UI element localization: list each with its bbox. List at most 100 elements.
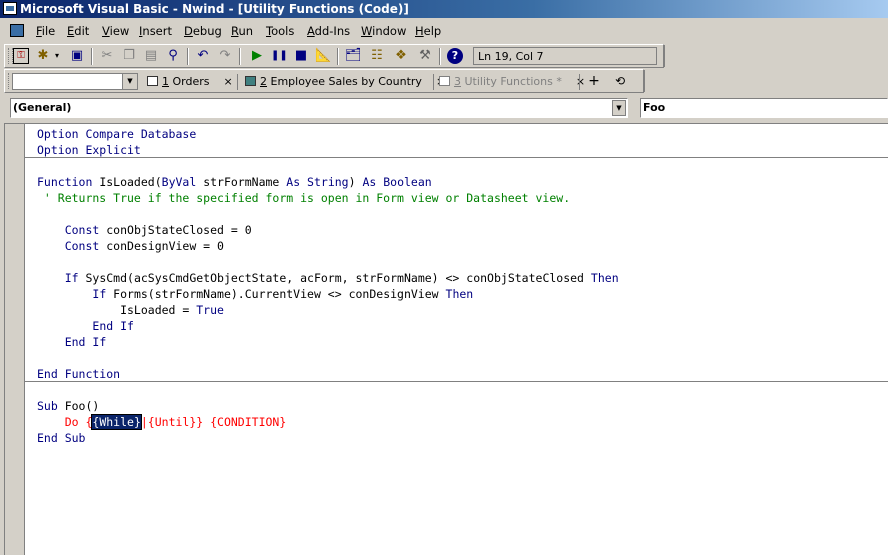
menu-add-ins[interactable]: Add-Ins xyxy=(307,24,350,38)
tab-employee-sales-by-country[interactable]: 2 Employee Sales by Country× xyxy=(245,74,445,90)
menu-tools[interactable]: Tools xyxy=(266,24,294,38)
add-tab-icon[interactable]: + xyxy=(585,73,603,90)
code-token: IsLoaded( xyxy=(92,175,162,189)
code-line[interactable] xyxy=(37,350,619,366)
code-token: Then xyxy=(445,287,474,301)
menu-insert[interactable]: Insert xyxy=(139,24,172,38)
code-token: If xyxy=(92,287,107,301)
code-token: ) xyxy=(348,175,363,189)
code-line[interactable]: ' Returns True if the specified form is … xyxy=(37,190,619,206)
tab-utility-functions[interactable]: 3 Utility Functions * × xyxy=(439,74,585,90)
reset-icon[interactable]: ■ xyxy=(293,48,309,64)
copy-icon[interactable]: ❐ xyxy=(121,48,137,64)
code-token: End If xyxy=(92,319,134,333)
code-token: True xyxy=(196,303,224,317)
project-explorer-icon[interactable]: 🗂 xyxy=(345,48,362,64)
undo-icon[interactable]: ↶ xyxy=(195,48,211,64)
code-line[interactable]: End If xyxy=(37,318,619,334)
procedure-combo[interactable]: Foo xyxy=(640,98,888,118)
menu-view[interactable]: View xyxy=(102,24,129,38)
properties-icon[interactable]: ☷ xyxy=(369,48,385,64)
code-line[interactable]: If SysCmd(acSysCmdGetObjectState, acForm… xyxy=(37,270,619,286)
object-combo[interactable]: (General) ▼ xyxy=(10,98,628,118)
tabbar-overflow-chevron[interactable] xyxy=(644,70,653,92)
menu-run[interactable]: Run xyxy=(231,24,253,38)
menu-debug[interactable]: Debug xyxy=(184,24,222,38)
menu-window[interactable]: Window xyxy=(361,24,406,38)
code-line[interactable]: Const conDesignView = 0 xyxy=(37,238,619,254)
cut-icon[interactable]: ✂ xyxy=(99,48,115,64)
code-line[interactable]: Option Compare Database xyxy=(37,126,619,142)
help-icon[interactable]: ? xyxy=(447,48,463,64)
procedure-bar: (General) ▼ Foo xyxy=(0,96,888,120)
code-line[interactable]: Function IsLoaded(ByVal strFormName As S… xyxy=(37,174,619,190)
standard-toolbar: ⚿ ✱ ▾ ▣ ✂ ❐ ▤ ⚲ ↶ ↷ ▶ ❚❚ ■ 📐 🗂 ☷ ❖ ⚒ ? L… xyxy=(4,44,673,68)
code-line[interactable] xyxy=(37,158,619,174)
margin-indicator-bar[interactable] xyxy=(5,124,25,555)
code-line[interactable]: End Function xyxy=(37,366,619,382)
code-token: Const xyxy=(64,239,100,253)
code-token: ' Returns True if the specified form is … xyxy=(37,191,571,205)
close-icon[interactable]: × xyxy=(576,75,585,88)
code-line[interactable]: IsLoaded = True xyxy=(37,302,619,318)
object-browser-icon[interactable]: ❖ xyxy=(393,48,409,64)
redo-icon[interactable]: ↷ xyxy=(217,48,233,64)
code-line[interactable]: Const conObjStateClosed = 0 xyxy=(37,222,619,238)
code-text[interactable]: Option Compare Database Option Explicit F… xyxy=(37,126,619,446)
code-token: SysCmd(acSysCmdGetObjectState, acForm, s… xyxy=(78,271,591,285)
close-icon[interactable]: × xyxy=(224,75,233,88)
code-line[interactable]: Sub Foo() xyxy=(37,398,619,414)
code-token: |{Until}} {CONDITION} xyxy=(140,415,287,429)
code-editor[interactable]: Option Compare Database Option Explicit F… xyxy=(4,123,888,555)
code-token: Function xyxy=(37,175,93,189)
menu-edit[interactable]: Edit xyxy=(67,24,89,38)
menu-bar: File Edit View Insert Debug Run Tools Ad… xyxy=(0,20,888,42)
window-title: Microsoft Visual Basic - Nwind - [Utilit… xyxy=(20,2,409,16)
save-icon[interactable]: ▣ xyxy=(69,48,85,64)
paste-icon[interactable]: ▤ xyxy=(143,48,159,64)
code-line[interactable] xyxy=(37,254,619,270)
tab-combo[interactable]: ▼ xyxy=(12,73,138,90)
toolbox-icon[interactable]: ⚒ xyxy=(417,48,433,64)
cursor-position: Ln 19, Col 7 xyxy=(473,47,657,65)
code-line[interactable] xyxy=(37,206,619,222)
code-line[interactable]: End If xyxy=(37,334,619,350)
toolbar-overflow-chevron[interactable] xyxy=(664,45,673,67)
code-token: If xyxy=(64,271,79,285)
code-token: Do { xyxy=(64,415,93,429)
run-icon[interactable]: ▶ xyxy=(249,48,265,64)
tab-orders[interactable]: 1 Orders × xyxy=(147,74,233,90)
code-line[interactable]: End Sub xyxy=(37,430,619,446)
code-token: Then xyxy=(590,271,619,285)
find-icon[interactable]: ⚲ xyxy=(165,48,181,64)
selected-text: {While} xyxy=(91,414,142,430)
view-access-icon[interactable]: ⚿ xyxy=(13,48,29,64)
menu-help[interactable]: Help xyxy=(415,24,441,38)
report-icon xyxy=(245,76,256,86)
menu-file[interactable]: File xyxy=(36,24,55,38)
refresh-icon[interactable]: ⟲ xyxy=(611,73,629,90)
code-line[interactable]: Option Explicit xyxy=(37,142,619,158)
code-token: ByVal xyxy=(161,175,197,189)
chevron-down-icon[interactable]: ▼ xyxy=(612,100,626,116)
module-icon xyxy=(439,76,450,86)
code-token: Option Compare Database xyxy=(37,127,197,141)
code-line[interactable]: Do {{While}|{Until}} {CONDITION} xyxy=(37,414,619,430)
chevron-down-icon[interactable]: ▼ xyxy=(122,74,137,89)
code-line[interactable] xyxy=(37,382,619,398)
design-mode-icon[interactable]: 📐 xyxy=(315,48,331,64)
vba-app-icon[interactable] xyxy=(3,2,17,15)
code-token: IsLoaded = xyxy=(37,303,197,317)
code-token: End If xyxy=(64,335,107,349)
code-token: Sub xyxy=(37,399,58,413)
code-window-icon[interactable] xyxy=(10,24,24,37)
break-icon[interactable]: ❚❚ xyxy=(271,48,288,64)
dropdown-arrow-icon[interactable]: ▾ xyxy=(49,48,65,64)
code-token: End Sub xyxy=(37,431,86,445)
code-line[interactable]: If Forms(strFormName).CurrentView <> con… xyxy=(37,286,619,302)
